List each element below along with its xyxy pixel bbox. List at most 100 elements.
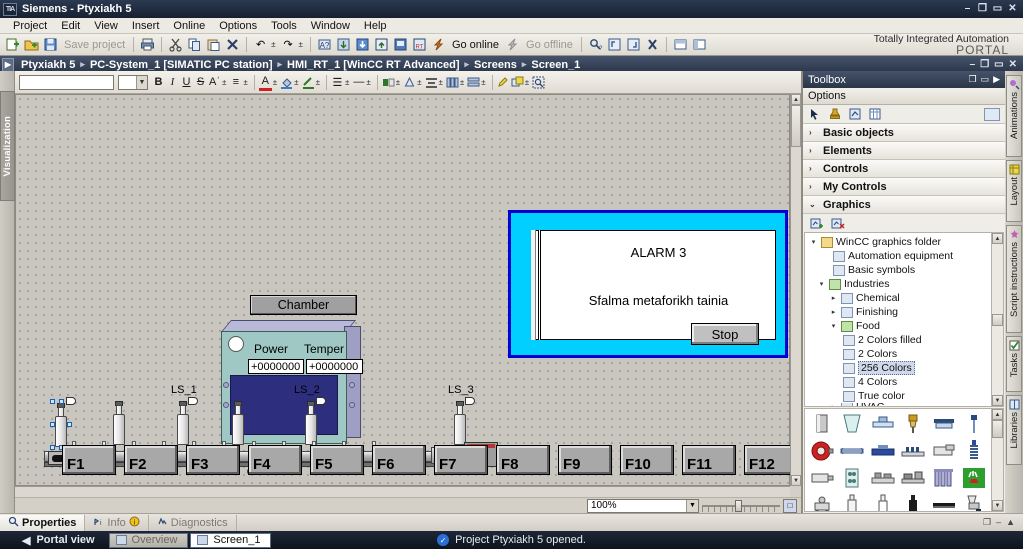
- same-height-button[interactable]: [467, 74, 480, 91]
- italic-button[interactable]: I: [166, 74, 179, 91]
- gallery-item-labeler-icon[interactable]: [929, 438, 959, 464]
- sensor-head-ls3[interactable]: [465, 397, 475, 405]
- superscript-button[interactable]: Aˈ: [208, 74, 221, 91]
- gallery-item-cooker-icon[interactable]: [960, 465, 990, 491]
- taskbar-window-overview[interactable]: Overview: [108, 532, 189, 548]
- function-key-f4[interactable]: F4: [248, 445, 302, 475]
- twisty-icon[interactable]: ▸: [829, 308, 838, 316]
- gallery-item-blue-machine-icon[interactable]: [868, 438, 898, 464]
- gallery-item-filler-head-icon[interactable]: [899, 411, 929, 437]
- breadcrumb-back-icon[interactable]: ▶: [2, 57, 14, 72]
- menu-item-view[interactable]: View: [87, 18, 125, 34]
- tree-scroll-up-button[interactable]: ▲: [992, 233, 1003, 244]
- font-color-dropdown-icon[interactable]: ±: [273, 78, 279, 87]
- sensor-head-ls1[interactable]: [188, 397, 198, 405]
- tree-node-chemical[interactable]: ▸ Chemical: [807, 291, 991, 305]
- pointer-icon[interactable]: [808, 107, 822, 121]
- tree-node-4-colors[interactable]: 4 Colors: [807, 375, 991, 389]
- function-key-f11[interactable]: F11: [682, 445, 736, 475]
- sensor-head-ls2[interactable]: [316, 397, 326, 405]
- search-next-icon[interactable]: [625, 36, 642, 53]
- gallery-item-packer2-icon[interactable]: [899, 465, 929, 491]
- line-color-button[interactable]: [302, 74, 315, 91]
- zoom-slider-thumb[interactable]: [735, 499, 742, 512]
- gallery-item-press-icon[interactable]: [929, 411, 959, 437]
- bottle-4[interactable]: [231, 401, 245, 445]
- toolbox-section-my-controls[interactable]: › My Controls: [803, 178, 1005, 196]
- breadcrumb-item-hmi-rt[interactable]: HMI_RT_1 [WinCC RT Advanced]: [284, 59, 462, 71]
- gallery-item-bottle-icon[interactable]: [838, 492, 868, 511]
- stamp-icon[interactable]: [828, 107, 842, 121]
- distribute-dropdown-icon[interactable]: ±: [439, 78, 445, 87]
- undo-dropdown-icon[interactable]: ±: [271, 40, 277, 49]
- chamber-status-lamp[interactable]: [228, 336, 244, 352]
- group-icon[interactable]: [511, 74, 524, 91]
- align-left-dropdown-icon[interactable]: ±: [396, 78, 402, 87]
- twisty-icon[interactable]: ▾: [817, 280, 826, 288]
- group-dropdown-icon[interactable]: ±: [525, 78, 531, 87]
- paste-icon[interactable]: [205, 36, 222, 53]
- tree-node-2-colors-filled[interactable]: 2 Colors filled: [807, 333, 991, 347]
- bottom-panel-collapse-button[interactable]: ▲: [1006, 517, 1015, 528]
- right-tab-tasks[interactable]: Tasks: [1006, 336, 1022, 392]
- start-simulation-icon[interactable]: [392, 36, 409, 53]
- tree-node-true-color[interactable]: True color: [807, 389, 991, 403]
- editor-restore-button[interactable]: ❐: [980, 59, 989, 70]
- twisty-icon[interactable]: ▾: [809, 238, 818, 246]
- line-style-dropdown-icon[interactable]: ±: [366, 78, 372, 87]
- right-tab-animations[interactable]: Animations: [1006, 75, 1022, 157]
- canvas-horizontal-scrollbar[interactable]: [15, 486, 790, 497]
- zoom-slider[interactable]: [702, 499, 780, 512]
- toolbox-section-graphics[interactable]: ⌄ Graphics: [803, 196, 1005, 214]
- fit-to-window-icon[interactable]: □: [783, 498, 797, 513]
- table-icon[interactable]: [868, 107, 882, 121]
- gallery-scroll-down-button[interactable]: ▼: [992, 500, 1003, 511]
- bottom-panel-restore-button[interactable]: ❐: [983, 517, 991, 528]
- text-align-button[interactable]: ≡: [229, 74, 242, 91]
- bottle-3[interactable]: [176, 401, 190, 445]
- menu-item-online[interactable]: Online: [166, 18, 212, 34]
- font-color-button[interactable]: A: [258, 74, 272, 91]
- gallery-item-belt-icon[interactable]: [838, 438, 868, 464]
- tree-node-2-colors[interactable]: 2 Colors: [807, 347, 991, 361]
- superscript-dropdown-icon[interactable]: ±: [222, 78, 228, 87]
- breadcrumb-item-project[interactable]: Ptyxiakh 5: [18, 59, 78, 71]
- gallery-item-beam-icon[interactable]: [929, 492, 959, 511]
- tree-node-finishing[interactable]: ▸ Finishing: [807, 305, 991, 319]
- function-key-f5[interactable]: F5: [310, 445, 364, 475]
- fill-color-dropdown-icon[interactable]: ±: [294, 78, 300, 87]
- gallery-vertical-scrollbar[interactable]: ▲ ▼: [991, 409, 1003, 511]
- new-project-icon[interactable]: [4, 36, 21, 53]
- gallery-item-red-valve-icon[interactable]: [807, 438, 837, 464]
- toolbox-section-elements[interactable]: › Elements: [803, 142, 1005, 160]
- underline-button[interactable]: U: [180, 74, 193, 91]
- editor-close-button[interactable]: ✕: [1009, 59, 1017, 70]
- menu-item-project[interactable]: Project: [6, 18, 54, 34]
- redo-dropdown-icon[interactable]: ±: [299, 40, 305, 49]
- scroll-up-button[interactable]: ▲: [791, 94, 801, 105]
- chamber-label[interactable]: Chamber: [250, 295, 357, 315]
- right-tab-layout[interactable]: Layout: [1006, 160, 1022, 222]
- gallery-item-dark-bottle-icon[interactable]: [899, 492, 929, 511]
- selection-handle[interactable]: [59, 399, 64, 404]
- canvas-vertical-scrollbar[interactable]: ▲ ▼: [790, 94, 801, 486]
- gallery-scroll-up-button[interactable]: ▲: [992, 409, 1003, 420]
- close-button[interactable]: ✕: [1007, 4, 1018, 15]
- alarm-popup-window[interactable]: ALARM 3 Sfalma metaforikh tainia Stop: [508, 210, 788, 358]
- editor-maximize-button[interactable]: ▭: [994, 59, 1003, 70]
- align-left-button[interactable]: [382, 74, 395, 91]
- function-key-f3[interactable]: F3: [186, 445, 240, 475]
- twisty-icon[interactable]: ▸: [829, 403, 838, 407]
- tree-node-food[interactable]: ▾ Food: [807, 319, 991, 333]
- selection-handle[interactable]: [50, 422, 55, 427]
- align-top-dropdown-icon[interactable]: ±: [417, 78, 423, 87]
- gallery-item-bottling-line-icon[interactable]: [899, 438, 929, 464]
- gallery-item-agitator-icon[interactable]: [807, 492, 837, 511]
- visualization-tab[interactable]: Visualization: [0, 91, 15, 201]
- graphics-gallery-grid[interactable]: [805, 409, 991, 511]
- toolbox-section-controls[interactable]: › Controls: [803, 160, 1005, 178]
- fill-color-button[interactable]: [280, 74, 293, 91]
- paragraph-button[interactable]: ☰: [331, 74, 344, 91]
- gallery-item-cylinder-icon[interactable]: [807, 465, 837, 491]
- bottom-panel-minimize-button[interactable]: –: [996, 517, 1001, 528]
